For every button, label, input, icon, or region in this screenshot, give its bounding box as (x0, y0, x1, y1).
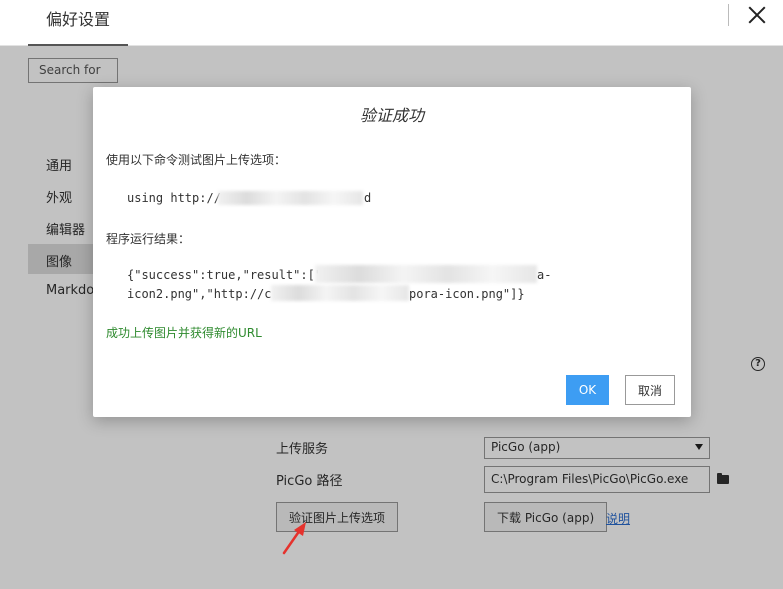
redacted-result-2 (271, 285, 409, 301)
result-line1-suffix: a- (537, 268, 552, 282)
dialog-title: 验证成功 (359, 106, 424, 125)
result-label: 程序运行结果： (106, 232, 191, 246)
result-line2-prefix: icon2.png","http://c (127, 287, 272, 301)
redacted-result-1 (315, 265, 537, 283)
result-line1-prefix: {"success":true,"result":[" (127, 268, 323, 282)
annotation-arrow-icon (282, 522, 306, 555)
window-title: 偏好设置 (46, 10, 111, 29)
cancel-button[interactable]: 取消 (625, 375, 675, 405)
success-message: 成功上传图片并获得新的URL (106, 326, 262, 340)
title-bar: 偏好设置 (0, 0, 783, 46)
close-icon[interactable] (744, 2, 770, 28)
result-line2-suffix: pora-icon.png"]} (409, 287, 525, 301)
ok-button[interactable]: OK (566, 375, 609, 405)
command-prefix: using http:// (127, 191, 221, 205)
titlebar-divider (728, 4, 729, 26)
command-suffix: d (364, 191, 372, 205)
verify-success-dialog: 验证成功 使用以下命令测试图片上传选项： using http:// d 程序运… (93, 87, 691, 417)
redacted-url (218, 191, 363, 205)
command-label: 使用以下命令测试图片上传选项： (106, 153, 287, 167)
